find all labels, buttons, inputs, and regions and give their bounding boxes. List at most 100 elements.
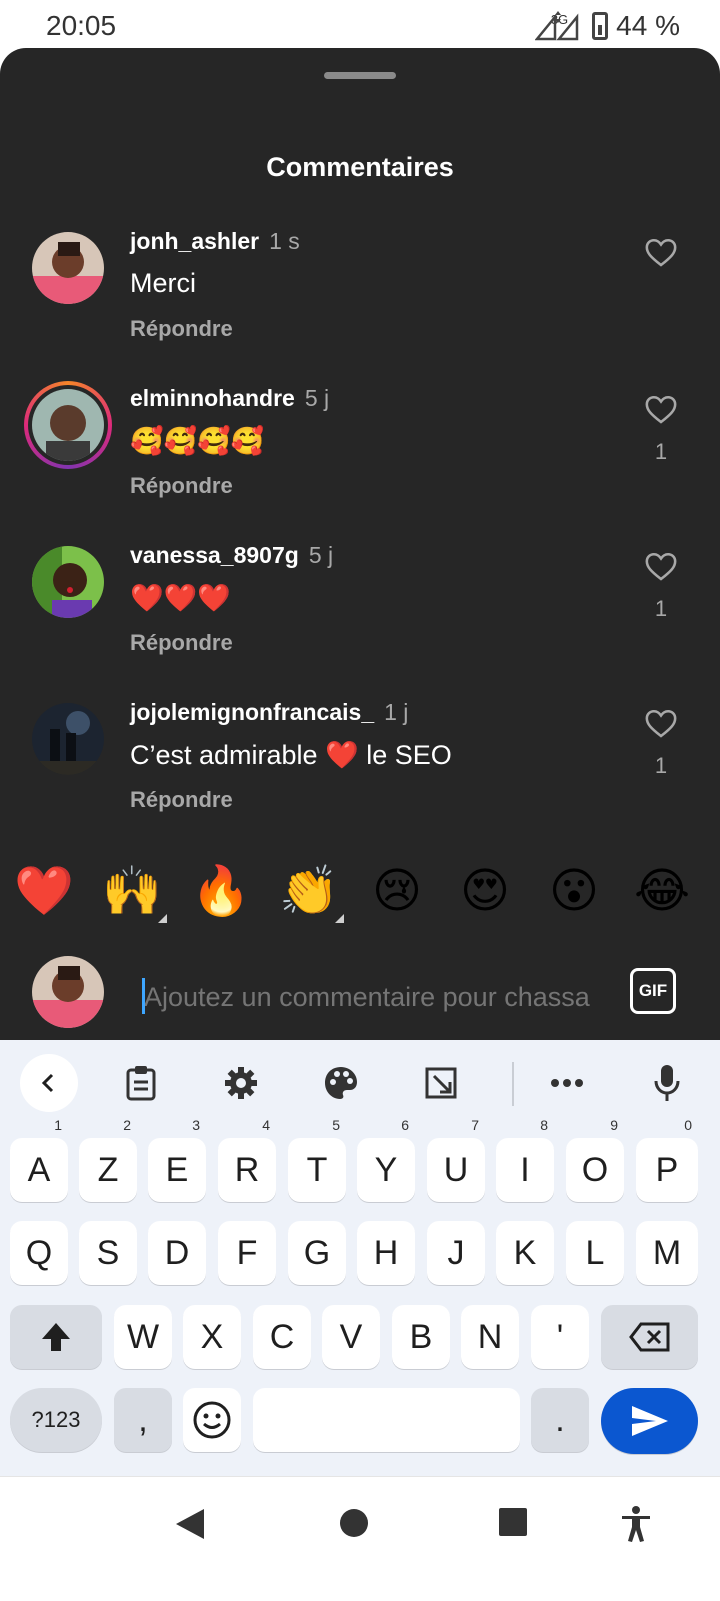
key-z[interactable]: Z2: [79, 1118, 137, 1202]
current-user-avatar: [32, 956, 104, 1028]
gear-icon: [225, 1067, 257, 1099]
comma-key[interactable]: ,: [114, 1388, 172, 1452]
theme-button[interactable]: [312, 1054, 370, 1112]
key-j[interactable]: J: [427, 1221, 485, 1285]
heart-icon[interactable]: [644, 236, 678, 270]
key-s[interactable]: S: [79, 1221, 137, 1285]
comment-username[interactable]: elminnohandre 5 j: [130, 385, 329, 412]
key-p[interactable]: P0: [636, 1118, 698, 1202]
comment-time: 1 s: [269, 228, 300, 254]
drag-handle[interactable]: [324, 72, 396, 79]
variant-indicator: [158, 914, 167, 923]
avatar-story-ring[interactable]: [24, 381, 112, 469]
back-triangle-icon[interactable]: [174, 1507, 206, 1541]
more-button[interactable]: [538, 1054, 596, 1112]
signal-icon: [534, 11, 579, 41]
comment-input[interactable]: [142, 976, 612, 1018]
avatar[interactable]: [32, 232, 104, 304]
accessibility-icon[interactable]: [620, 1505, 652, 1543]
heart-icon[interactable]: [644, 707, 678, 741]
resize-icon: [425, 1067, 457, 1099]
key-w[interactable]: W: [114, 1305, 172, 1369]
comment-text: C’est admirable ❤️ le SEO: [130, 740, 452, 770]
shift-arrow-icon: [42, 1323, 70, 1351]
recents-square-icon[interactable]: [498, 1507, 528, 1537]
key-x[interactable]: X: [183, 1305, 241, 1369]
key-e[interactable]: E3: [148, 1118, 206, 1202]
key-o[interactable]: O9: [566, 1118, 624, 1202]
key-c[interactable]: C: [253, 1305, 311, 1369]
comment-item: elminnohandre 5 j 🥰🥰🥰🥰 Répondre 1: [0, 381, 720, 535]
home-circle-icon[interactable]: [338, 1507, 370, 1539]
reply-button[interactable]: Répondre: [130, 316, 233, 342]
heart-icon[interactable]: [644, 393, 678, 427]
key-f[interactable]: F: [218, 1221, 276, 1285]
comment-username[interactable]: jonh_ashler 1 s: [130, 228, 300, 255]
symbols-key[interactable]: ?123: [10, 1388, 102, 1452]
more-horizontal-icon: [551, 1079, 583, 1087]
key-b[interactable]: B: [392, 1305, 450, 1369]
avatar[interactable]: [32, 703, 104, 775]
emoji-surprised-button[interactable]: 😮: [544, 862, 604, 922]
gif-button[interactable]: GIF: [630, 968, 676, 1014]
status-time: 20:05: [46, 10, 117, 41]
comments-sheet: Commentaires jonh_ashler 1 s Merci Répond…: [0, 48, 720, 1060]
backspace-key[interactable]: [601, 1305, 698, 1369]
voice-input-button[interactable]: [638, 1054, 696, 1112]
comment-text: ❤️❤️❤️: [130, 583, 231, 613]
key-l[interactable]: L: [566, 1221, 624, 1285]
status-bar: 20:05 3G 44 %: [0, 0, 720, 48]
period-key[interactable]: .: [531, 1388, 589, 1452]
settings-button[interactable]: [212, 1054, 270, 1112]
reply-button[interactable]: Répondre: [130, 787, 233, 813]
clipboard-button[interactable]: [112, 1054, 170, 1112]
comment-username[interactable]: jojolemignonfrancais_ 1 j: [130, 699, 408, 726]
battery-icon: [592, 12, 609, 40]
comment-text: Merci: [130, 268, 196, 298]
avatar[interactable]: [32, 546, 104, 618]
key-h[interactable]: H: [357, 1221, 415, 1285]
key-a[interactable]: A1: [10, 1118, 68, 1202]
collapse-toolbar-button[interactable]: [20, 1054, 78, 1112]
key-apostrophe[interactable]: ': [531, 1305, 589, 1369]
key-q[interactable]: Q: [10, 1221, 68, 1285]
keyboard: A1 Z2 E3 R4 T5 Y6 U7 I8 O9 P0 Q S D F G …: [0, 1040, 720, 1476]
heart-icon[interactable]: [644, 550, 678, 584]
key-n[interactable]: N: [461, 1305, 519, 1369]
emoji-heart-button[interactable]: ❤️: [14, 862, 74, 922]
key-t[interactable]: T5: [288, 1118, 346, 1202]
key-v[interactable]: V: [322, 1305, 380, 1369]
key-m[interactable]: M: [636, 1221, 698, 1285]
comment-time: 5 j: [308, 542, 334, 568]
key-y[interactable]: Y6: [357, 1118, 415, 1202]
key-r[interactable]: R4: [218, 1118, 276, 1202]
reply-button[interactable]: Répondre: [130, 473, 233, 499]
keyboard-toolbar: [0, 1040, 720, 1126]
send-key[interactable]: [601, 1388, 698, 1454]
reply-button[interactable]: Répondre: [130, 630, 233, 656]
key-d[interactable]: D: [148, 1221, 206, 1285]
emoji-heart-eyes-button[interactable]: 😍: [455, 862, 515, 922]
comment-item: jojolemignonfrancais_ 1 j C’est admirable…: [0, 699, 720, 849]
comment-text: 🥰🥰🥰🥰: [130, 426, 265, 456]
emoji-fire-button[interactable]: 🔥: [191, 862, 251, 922]
key-g[interactable]: G: [288, 1221, 346, 1285]
key-u[interactable]: U7: [427, 1118, 485, 1202]
backspace-icon: [628, 1322, 669, 1352]
emoji-clap-button[interactable]: 👏: [279, 862, 339, 922]
text-caret: [142, 978, 145, 1014]
emoji-raised-hands-button[interactable]: 🙌: [102, 862, 162, 922]
comment-input-bar: GIF: [0, 940, 720, 1030]
emoji-cry-button[interactable]: 😢: [367, 862, 427, 922]
quick-emoji-row: ❤️ 🙌 🔥 👏 😢 😍 😮 😂: [0, 862, 720, 923]
toolbar-separator: [512, 1062, 514, 1106]
space-key[interactable]: [253, 1388, 520, 1452]
emoji-key[interactable]: [183, 1388, 241, 1452]
shift-key[interactable]: [10, 1305, 102, 1369]
key-k[interactable]: K: [496, 1221, 554, 1285]
variant-indicator: [335, 914, 344, 923]
resize-button[interactable]: [412, 1054, 470, 1112]
key-i[interactable]: I8: [496, 1118, 554, 1202]
emoji-laughing-button[interactable]: 😂: [632, 862, 692, 922]
comment-username[interactable]: vanessa_8907g 5 j: [130, 542, 333, 569]
